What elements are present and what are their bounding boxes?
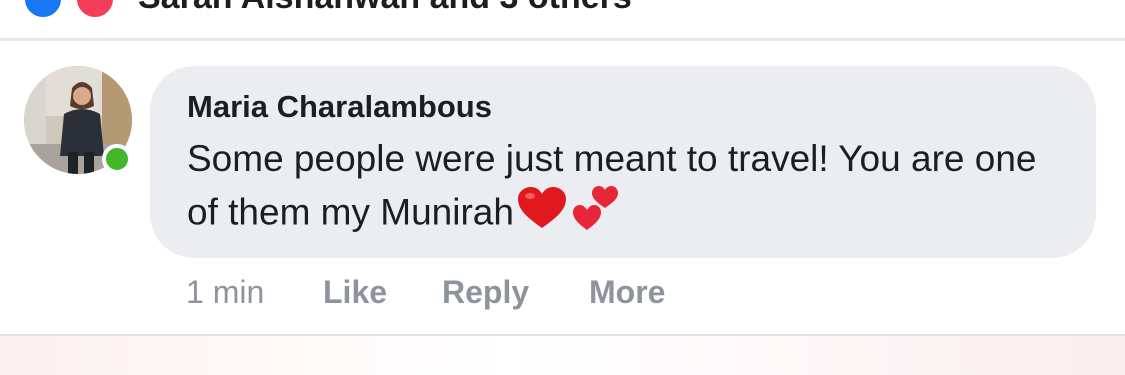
divider <box>0 38 1125 41</box>
reactions-summary-text[interactable]: Sarah Alshahwan and 3 others <box>138 0 632 17</box>
comment-timestamp: 1 min <box>186 274 265 310</box>
comment-bubble[interactable]: Maria Charalambous Some people were just… <box>150 66 1096 258</box>
reactions-summary[interactable]: Sarah Alshahwan and 3 others <box>0 0 1125 40</box>
two-hearts-icon <box>572 184 618 245</box>
more-button[interactable]: More <box>589 270 665 314</box>
online-status-icon <box>102 144 132 174</box>
next-section-preview <box>0 336 1125 375</box>
love-icon <box>74 0 116 20</box>
red-heart-icon <box>516 186 568 243</box>
comment-screen: Sarah Alshahwan and 3 others Maria Chara… <box>0 0 1125 375</box>
like-button[interactable]: Like <box>323 270 387 314</box>
like-icon <box>22 0 64 20</box>
comment-author[interactable]: Maria Charalambous <box>187 86 1060 128</box>
reply-button[interactable]: Reply <box>442 270 529 314</box>
comment-text-container: Some people were just meant to travel! Y… <box>187 134 1060 245</box>
